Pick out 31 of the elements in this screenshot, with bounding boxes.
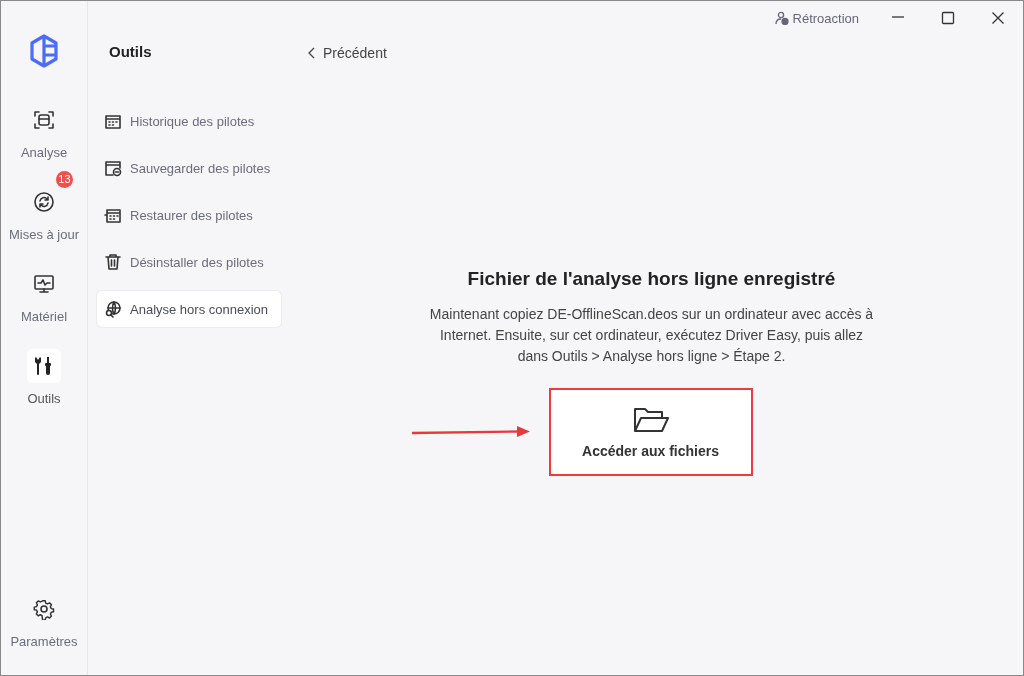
panel-title: Outils xyxy=(108,43,153,60)
feedback-button[interactable]: Rétroaction xyxy=(774,10,859,26)
globe-search-icon xyxy=(104,300,122,318)
maximize-icon[interactable] xyxy=(941,11,955,25)
message-text: Maintenant copiez DE-OfflineScan.deos sur un ordinateur avec accès à Internet. Ensuite, sur cet ordinateur, exécutez Driver Easy, puis allez dans Outils > Analyse hors ligne > Étape 2. xyxy=(428,305,875,366)
nav-item[interactable]: Analyse xyxy=(18,103,70,160)
back-link[interactable]: Précédent xyxy=(308,45,387,61)
logo-icon xyxy=(27,33,61,69)
scan-icon xyxy=(33,109,55,131)
menu-item[interactable]: Analyse hors connexion xyxy=(97,291,281,327)
trash-icon xyxy=(104,253,122,271)
chevron-left-icon xyxy=(308,47,316,59)
nav-item[interactable]: Matériel xyxy=(18,267,70,324)
open-files-button[interactable]: Accéder aux fichiers xyxy=(548,388,753,476)
menu-item[interactable]: Désinstaller des pilotes xyxy=(97,244,281,280)
close-icon[interactable] xyxy=(991,11,1005,25)
nav-item[interactable]: 13 Mises à jour xyxy=(6,169,82,242)
menu-item[interactable]: Restaurer des pilotes xyxy=(97,197,281,233)
settings-icon xyxy=(33,598,55,620)
calendar-icon xyxy=(104,112,122,130)
user-icon xyxy=(774,11,789,25)
menu-item[interactable]: Historique des pilotes xyxy=(97,103,281,139)
settings-button[interactable]: Paramètres xyxy=(8,592,80,649)
calendar-icon xyxy=(104,206,122,224)
folder-icon xyxy=(632,405,669,435)
heading: Fichier de l'analyse hors ligne enregistré xyxy=(467,268,836,290)
refresh-icon xyxy=(33,191,55,213)
calendar-sync-icon xyxy=(104,159,122,177)
menu-item[interactable]: Sauvegarder des pilotes xyxy=(97,150,281,186)
count-badge: 13 xyxy=(56,171,73,188)
monitor-icon xyxy=(33,273,55,295)
